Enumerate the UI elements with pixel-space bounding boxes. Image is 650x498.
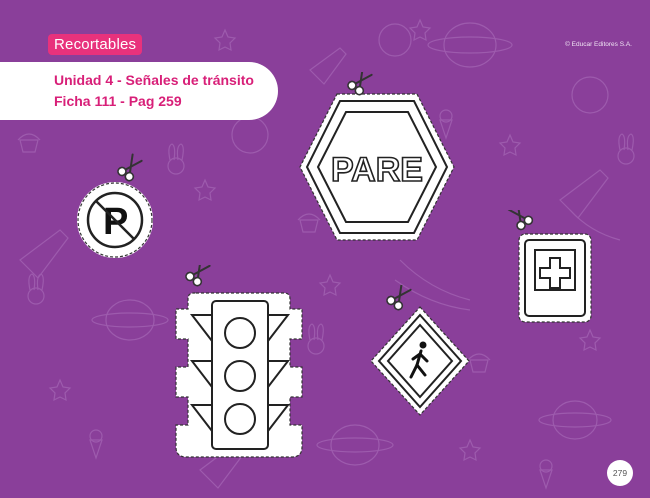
section-tag: Recortables — [48, 34, 143, 55]
stop-text: PARE — [331, 151, 423, 189]
traffic-light-sign[interactable] — [170, 265, 310, 460]
stop-sign[interactable]: PARE — [292, 72, 462, 247]
scissors-icon — [347, 72, 373, 96]
first-aid-sign[interactable] — [505, 210, 605, 330]
unit-title: Unidad 4 - Señales de tránsito — [54, 72, 254, 88]
scissors-icon — [507, 210, 534, 231]
no-parking-sign[interactable]: P — [70, 150, 170, 260]
copyright-text: © Educar Editores S.A. — [565, 41, 632, 48]
scissors-icon — [185, 265, 211, 287]
worksheet-reference: Ficha 111 - Pag 259 — [54, 93, 182, 109]
title-band: Unidad 4 - Señales de tránsito Ficha 111… — [0, 62, 278, 120]
scissors-icon — [386, 285, 412, 311]
pedestrian-crossing-sign[interactable] — [365, 285, 475, 420]
page-number: 279 — [607, 460, 633, 486]
scissors-icon — [117, 153, 143, 182]
